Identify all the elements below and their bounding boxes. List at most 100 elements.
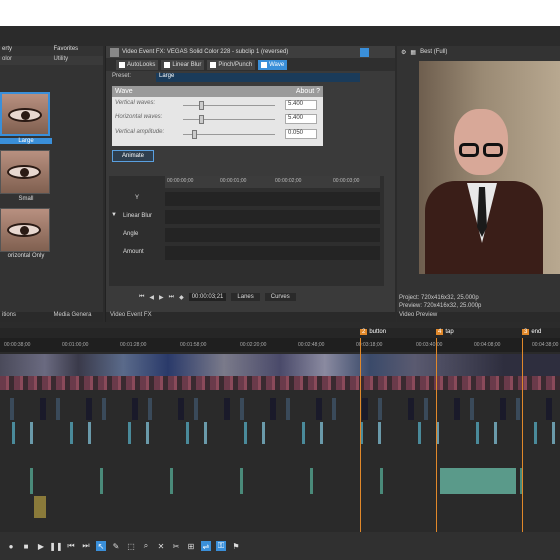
param-vertical-waves: Vertical waves: 5.400 — [115, 100, 320, 111]
video-track-1[interactable] — [0, 354, 560, 376]
kf-row[interactable]: ▼ Linear Blur — [109, 208, 380, 226]
quality-dropdown[interactable]: Best (Full) — [420, 49, 447, 55]
curves-button[interactable]: Curves — [264, 293, 296, 301]
eye-thumbnail — [7, 223, 41, 237]
kf-row[interactable]: Amount — [109, 244, 380, 262]
kf-row[interactable]: Y — [109, 190, 380, 208]
record-icon[interactable]: ● — [6, 541, 16, 551]
preset-thumb-horizontal[interactable] — [0, 208, 50, 252]
delete-icon[interactable]: ✕ — [156, 541, 166, 551]
marker-line — [360, 338, 361, 532]
clip[interactable] — [34, 496, 46, 518]
prev-keyframe-icon[interactable]: ◀ — [149, 294, 154, 301]
next-keyframe-icon[interactable]: ▶ — [159, 294, 164, 301]
wave-settings: Wave About ? Vertical waves: 5.400 Horiz… — [112, 86, 323, 146]
value-field[interactable]: 5.400 — [285, 114, 317, 124]
video-track-3[interactable] — [0, 398, 560, 420]
first-keyframe-icon[interactable]: ⏮ — [139, 294, 144, 301]
eye-thumbnail — [7, 165, 41, 179]
person-head — [454, 109, 508, 175]
settings-icon[interactable]: ⚙ — [401, 49, 406, 56]
play-icon[interactable]: ▶ — [36, 541, 46, 551]
keyframe-time[interactable]: 00:00:03;21 — [188, 293, 227, 301]
fx-icon — [110, 48, 119, 57]
preset-row: Preset: Large — [112, 73, 362, 83]
param-vertical-amplitude: Vertical amplitude: 0.050 — [115, 129, 320, 140]
tab-transitions[interactable]: itions — [0, 312, 52, 322]
preview-footer-tab[interactable]: Video Preview — [397, 312, 560, 322]
marker[interactable]: 2 button — [358, 329, 386, 337]
go-end-icon[interactable]: ⏭ — [81, 541, 91, 551]
video-frame — [419, 61, 560, 274]
animate-button[interactable]: Animate — [112, 150, 154, 162]
marker-icon[interactable]: ⚑ — [231, 541, 241, 551]
last-keyframe-icon[interactable]: ⏭ — [169, 294, 174, 301]
preset-thumb-small[interactable] — [0, 150, 50, 194]
slider-knob[interactable] — [192, 130, 198, 139]
video-track-5[interactable] — [0, 468, 560, 494]
preset-thumb-large[interactable] — [0, 92, 50, 136]
add-keyframe-icon[interactable]: ◆ — [179, 294, 184, 301]
transport-bar: ● ■ ▶ ❚❚ ⏮ ⏭ ↖ ✎ ⬚ ⌕ ✕ ✂ ⊞ ⇌ ⚿ ⚑ — [0, 532, 560, 560]
normal-edit-tool-icon[interactable]: ↖ — [96, 541, 106, 551]
timeline: 2 button 4 tap 3 end 00:00:38;00 00:01:00;0… — [0, 328, 560, 532]
value-field[interactable]: 5.400 — [285, 100, 317, 110]
marker[interactable]: 3 end — [520, 329, 541, 337]
pause-icon[interactable]: ❚❚ — [49, 541, 62, 551]
kf-row[interactable]: Angle — [109, 226, 380, 244]
video-track-2[interactable] — [0, 376, 560, 390]
video-event-fx-panel: Video Event FX: VEGAS Solid Color 228 - … — [105, 46, 396, 322]
marker-line — [436, 338, 437, 532]
fx-title: Video Event FX: VEGAS Solid Color 228 - … — [122, 49, 289, 55]
glasses — [459, 143, 505, 157]
marker-line — [522, 338, 523, 532]
fx-footer-tab[interactable]: Video Event FX — [106, 312, 396, 322]
go-start-icon[interactable]: ⏮ — [66, 541, 76, 551]
collapse-icon: ▼ — [111, 212, 117, 218]
eye-thumbnail — [8, 108, 42, 122]
value-field[interactable]: 0.050 — [285, 129, 317, 139]
marker[interactable]: 4 tap — [434, 329, 454, 337]
trim-icon[interactable]: ✂ — [171, 541, 181, 551]
snap-icon[interactable]: ⊞ — [186, 541, 196, 551]
subtab-utility[interactable]: Utility — [52, 56, 104, 65]
check-icon[interactable] — [164, 61, 171, 68]
preset-label: Preset: — [112, 73, 132, 79]
preset-label: orizontal Only — [7, 253, 45, 259]
slider-knob[interactable] — [198, 101, 204, 110]
check-icon[interactable] — [119, 61, 125, 68]
chain-wave[interactable]: Wave — [258, 59, 288, 70]
chain-linear-blur[interactable]: Linear Blur — [161, 59, 205, 70]
chain-pinch-punch[interactable]: Pinch/Punch — [207, 59, 256, 70]
stop-icon[interactable]: ■ — [21, 541, 31, 551]
zoom-tool-icon[interactable]: ⌕ — [141, 541, 151, 551]
tab-favorites[interactable]: Favorites — [52, 46, 104, 56]
marker-bar: 2 button 4 tap 3 end — [0, 328, 560, 338]
check-icon[interactable] — [261, 61, 268, 68]
preset-label: Large — [0, 138, 52, 144]
time-ruler[interactable]: 00:00:38;00 00:01:00;00 00:01:28;00 00:0… — [0, 338, 560, 352]
lock-envelopes-icon[interactable]: ⚿ — [216, 541, 226, 551]
envelope-tool-icon[interactable]: ✎ — [111, 541, 121, 551]
auto-ripple-icon[interactable]: ⇌ — [201, 541, 211, 551]
tab-media-generators[interactable]: Media Genera — [52, 312, 104, 322]
preset-label: Small — [18, 196, 34, 202]
audio-track[interactable] — [0, 496, 560, 518]
chain-icon[interactable] — [360, 48, 369, 57]
keyframe-ruler: 00:00:00;00 00:00:01;00 00:00:02;00 00:0… — [165, 176, 380, 188]
split-icon[interactable]: ▦ — [410, 49, 416, 56]
slider-knob[interactable] — [198, 115, 204, 124]
preset-dropdown[interactable]: Large — [156, 73, 360, 82]
about-button[interactable]: About ? — [296, 88, 320, 95]
selection-tool-icon[interactable]: ⬚ — [126, 541, 136, 551]
subtab-color[interactable]: olor — [0, 56, 52, 65]
video-track-4[interactable] — [0, 422, 560, 444]
presets-panel: erty Favorites olor Utility Large Small … — [0, 46, 103, 322]
check-icon[interactable] — [210, 61, 217, 68]
lanes-button[interactable]: Lanes — [231, 293, 260, 301]
chain-autolooks[interactable]: AutoLooks — [116, 59, 159, 70]
tab-properties[interactable]: erty — [0, 46, 52, 56]
keyframe-toolbar: ⏮ ◀ ▶ ⏭ ◆ 00:00:03;21 Lanes Curves — [109, 290, 384, 304]
clip[interactable] — [440, 468, 516, 494]
plugin-chain: AutoLooks Linear Blur Pinch/Punch Wave — [106, 58, 395, 71]
